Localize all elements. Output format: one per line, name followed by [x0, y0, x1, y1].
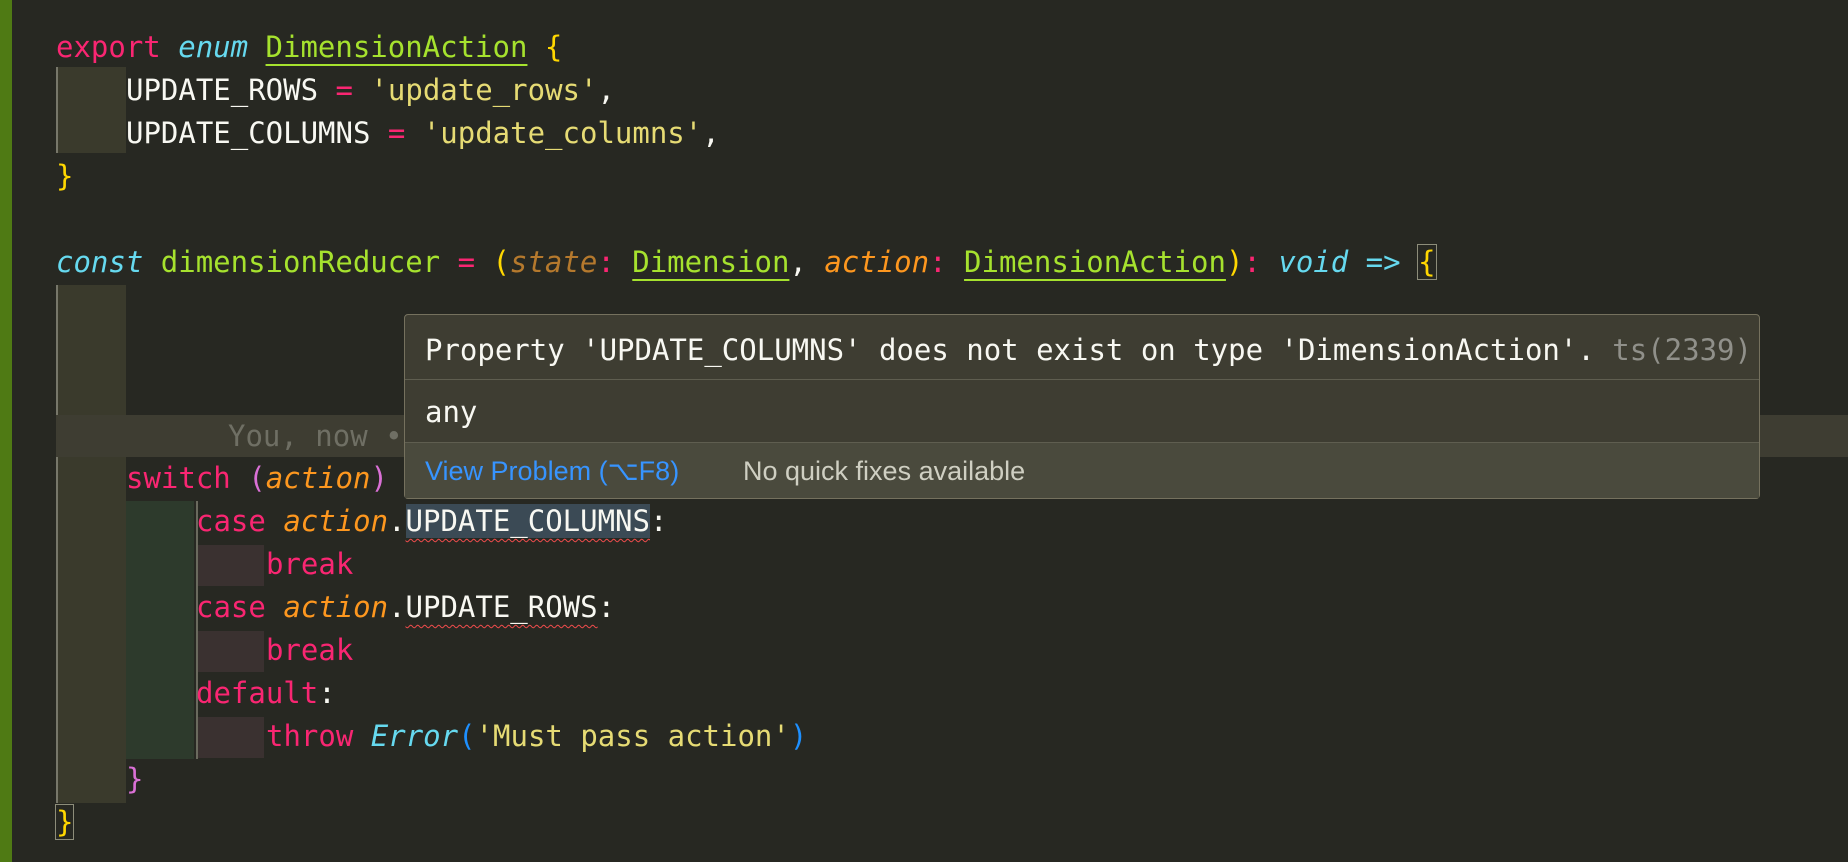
hover-type: any [425, 395, 478, 429]
paren: ) [370, 461, 388, 495]
modified-lines-gutter [0, 0, 12, 862]
punctuation: , [597, 73, 615, 107]
code-line-case-1[interactable]: case action.UPDATE_COLUMNS: [196, 500, 667, 543]
paren: ( [248, 461, 266, 495]
param-action[interactable]: action [824, 245, 929, 279]
error-property[interactable]: UPDATE_COLUMNS [405, 504, 650, 538]
colon: : [929, 245, 947, 279]
dot: . [388, 590, 406, 624]
hover-message: Property 'UPDATE_COLUMNS' does not exist… [425, 327, 1752, 373]
indent-guide-function [56, 285, 126, 803]
case-object[interactable]: action [283, 504, 388, 538]
keyword-switch: switch [126, 461, 231, 495]
keyword-const: const [56, 245, 144, 279]
param-state[interactable]: state [510, 245, 597, 279]
indent-guide-case2 [196, 631, 264, 672]
colon: : [318, 676, 336, 710]
string-literal: 'update_rows' [370, 73, 598, 107]
keyword-void: void [1278, 245, 1349, 279]
no-quick-fixes-label: No quick fixes available [743, 456, 1026, 486]
keyword-export: export [56, 30, 161, 64]
class-error[interactable]: Error [371, 719, 458, 753]
error-code: ts(2339) [1612, 333, 1752, 367]
type-dimension-action[interactable]: DimensionAction [964, 245, 1226, 279]
paren: ) [1225, 245, 1244, 279]
colon: : [649, 504, 668, 538]
hover-status-bar: View Problem (⌥F8) No quick fixes availa… [405, 443, 1759, 498]
indent-guide-case1 [196, 545, 264, 586]
code-line-4[interactable]: } [56, 155, 73, 198]
git-blame-annotation: You, now • [228, 419, 403, 453]
arrow: => [1365, 245, 1401, 279]
code-line-break-1[interactable]: break [266, 543, 353, 586]
code-line-case-2[interactable]: case action.UPDATE_ROWS: [196, 586, 615, 629]
punctuation: , [789, 245, 807, 279]
keyword-throw: throw [266, 719, 354, 753]
colon: : [597, 245, 615, 279]
code-line-2[interactable]: UPDATE_ROWS = 'update_rows', [126, 69, 615, 112]
dot: . [388, 504, 406, 538]
keyword-case: case [196, 590, 266, 624]
enum-member[interactable]: UPDATE_COLUMNS [126, 116, 370, 150]
brace-matched: } [54, 804, 75, 840]
keyword-case: case [196, 504, 266, 538]
paren: ) [789, 719, 808, 753]
string-literal: 'Must pass action' [475, 719, 790, 753]
divider [405, 379, 1759, 380]
switch-arg[interactable]: action [266, 461, 371, 495]
operator: = [335, 73, 353, 107]
string-literal: 'update_columns' [422, 116, 703, 150]
brace: { [544, 30, 563, 64]
brace-matched: { [1417, 244, 1437, 280]
paren: ( [458, 719, 476, 753]
brace: } [126, 762, 144, 796]
code-line-1[interactable]: export enum DimensionAction { [56, 26, 562, 69]
code-line-switch-close[interactable]: } [126, 758, 143, 801]
punctuation: , [702, 116, 720, 150]
keyword-break: break [266, 547, 354, 581]
error-property[interactable]: UPDATE_ROWS [406, 590, 598, 624]
hover-popup[interactable]: Property 'UPDATE_COLUMNS' does not exist… [404, 314, 1760, 499]
code-line-throw[interactable]: throw Error('Must pass action') [266, 715, 807, 758]
colon: : [1243, 245, 1261, 279]
brace: } [56, 159, 74, 193]
function-name[interactable]: dimensionReducer [161, 245, 440, 279]
indent-guide-default [196, 717, 264, 758]
keyword-break: break [266, 633, 354, 667]
case-object[interactable]: action [283, 590, 388, 624]
code-line-fn-close[interactable]: } [54, 801, 75, 844]
keyword-enum: enum [178, 30, 249, 64]
enum-member[interactable]: UPDATE_ROWS [126, 73, 318, 107]
keyword-default: default [196, 676, 319, 710]
paren: ( [492, 245, 511, 279]
error-message: Property 'UPDATE_COLUMNS' does not exist… [425, 333, 1595, 367]
colon: : [597, 590, 616, 624]
code-line-switch[interactable]: switch (action) [126, 457, 388, 500]
view-problem-link[interactable]: View Problem (⌥F8) [425, 443, 679, 499]
operator: = [457, 245, 476, 279]
code-line-break-2[interactable]: break [266, 629, 353, 672]
code-line-6[interactable]: const dimensionReducer = (state: Dimensi… [56, 241, 1437, 284]
indent-guide-enum [56, 67, 126, 153]
enum-name[interactable]: DimensionAction [266, 30, 528, 64]
operator: = [387, 116, 406, 150]
indent-guide-switch [126, 501, 194, 759]
type-dimension[interactable]: Dimension [632, 245, 789, 279]
code-line-default[interactable]: default: [196, 672, 336, 715]
code-line-3[interactable]: UPDATE_COLUMNS = 'update_columns', [126, 112, 720, 155]
